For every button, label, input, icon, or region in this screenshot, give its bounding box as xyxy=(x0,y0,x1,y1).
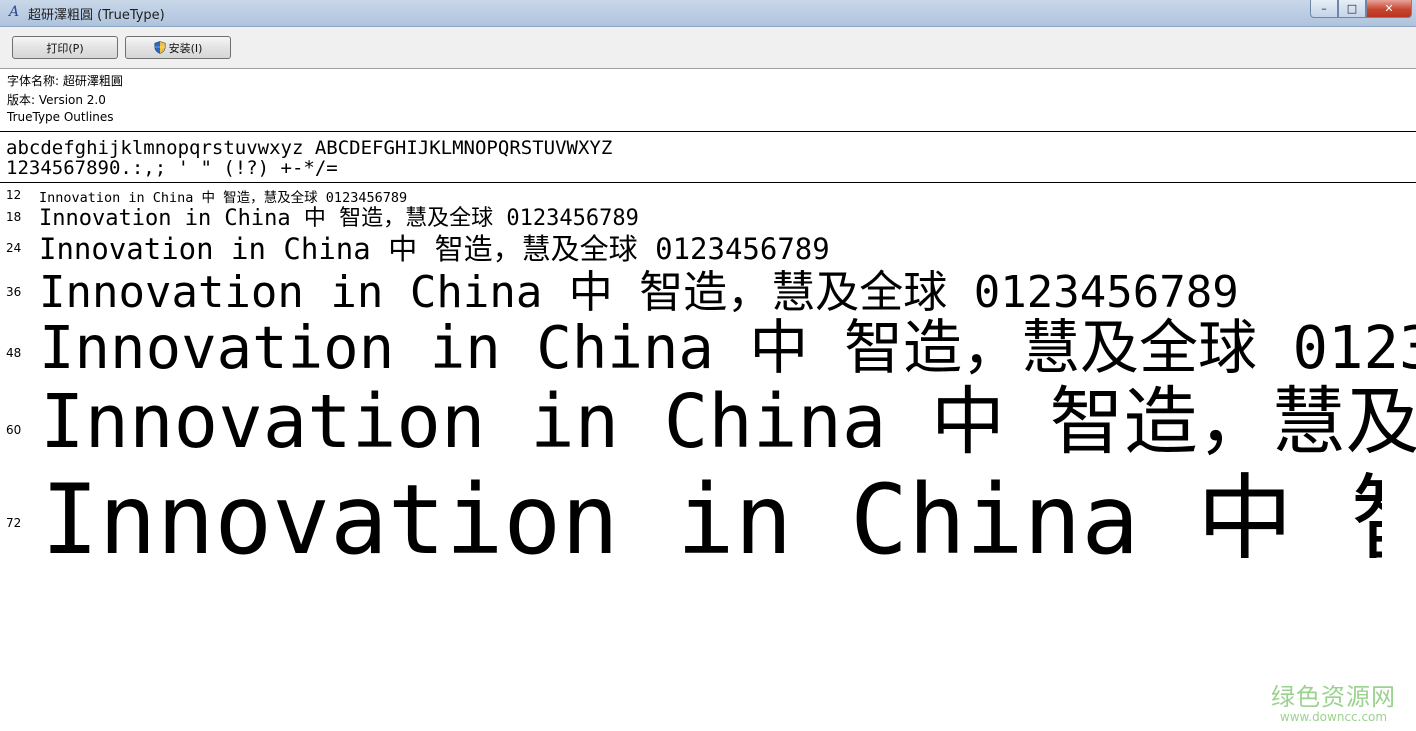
watermark: 绿色资源网 www.downcc.com xyxy=(1271,677,1396,724)
sample-clip-72: Innovation in China 中 智造，慧及全球 0123456789 xyxy=(0,442,1382,558)
install-button-label: 安装(I) xyxy=(168,41,203,55)
charset-line-1: abcdefghijklmnopqrstuvwxyz ABCDEFGHIJKLM… xyxy=(6,137,613,159)
install-button[interactable]: 安装(I) xyxy=(125,36,231,59)
sample-line-72: Innovation in China 中 智造，慧及全球 0123456789 xyxy=(41,464,1382,558)
app-icon: A xyxy=(8,4,20,20)
title-bar[interactable]: A 超研澤粗圓 (TrueType) – □ ✕ xyxy=(0,0,1416,27)
divider xyxy=(0,131,1416,132)
print-button-label: 打印(P) xyxy=(46,41,84,55)
font-name-text: 字体名称: 超研澤粗圓 xyxy=(7,74,123,88)
print-button[interactable]: 打印(P) xyxy=(12,36,118,59)
charset-line-2: 1234567890.:,; ' " (!?) +-*/= xyxy=(6,157,338,179)
size-label-36: 36 xyxy=(6,285,22,299)
window-title: 超研澤粗圓 (TrueType) xyxy=(28,8,165,23)
window-controls: – □ ✕ xyxy=(1310,0,1412,18)
shield-icon xyxy=(154,41,166,54)
maximize-button[interactable]: □ xyxy=(1338,0,1366,18)
font-info: 字体名称: 超研澤粗圓 版本: Version 2.0 TrueType Out… xyxy=(0,69,1416,131)
size-label-18: 18 xyxy=(6,210,22,224)
watermark-url: www.downcc.com xyxy=(1279,710,1388,724)
minimize-button[interactable]: – xyxy=(1310,0,1338,18)
size-label-24: 24 xyxy=(6,241,22,255)
size-label-12: 12 xyxy=(6,188,22,202)
toolbar: 打印(P) 安装(I) xyxy=(0,27,1416,69)
watermark-name: 绿色资源网 xyxy=(1271,683,1396,711)
font-outline-type-text: TrueType Outlines xyxy=(7,110,114,124)
close-button[interactable]: ✕ xyxy=(1366,0,1412,18)
divider xyxy=(0,182,1416,183)
font-version-text: 版本: Version 2.0 xyxy=(7,93,106,107)
